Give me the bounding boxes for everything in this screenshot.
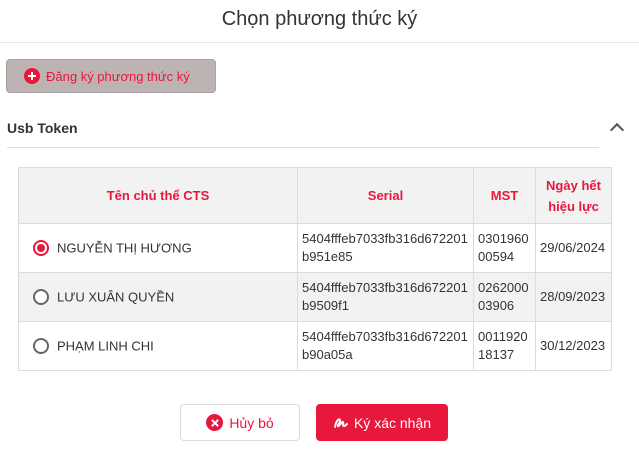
confirm-button-label: Ký xác nhận — [353, 414, 432, 431]
cell-mst: 030196000594 — [473, 223, 536, 273]
cell-name[interactable]: PHẠM LINH CHI — [18, 321, 298, 371]
owner-name: PHẠM LINH CHI — [57, 338, 154, 354]
chevron-up-icon[interactable] — [609, 122, 625, 138]
close-circle-icon — [206, 414, 224, 431]
cell-mst: 026200003906 — [473, 272, 536, 322]
column-header-mst: MST — [473, 167, 536, 224]
cell-mst: 001192018137 — [473, 321, 536, 371]
title-divider — [0, 42, 639, 43]
cell-serial: 5404fffeb7033fb316d672201b951e85 — [297, 223, 474, 273]
owner-name: LƯU XUÂN QUYỀN — [57, 289, 175, 305]
radio-button[interactable] — [33, 338, 49, 355]
cancel-button[interactable]: Hủy bỏ — [180, 404, 300, 441]
signature-icon — [333, 415, 349, 431]
cell-name[interactable]: NGUYỄN THỊ HƯƠNG — [18, 223, 298, 273]
column-header-expiry: Ngày hết hiệu lực — [535, 167, 612, 224]
column-header-serial: Serial — [297, 167, 474, 224]
register-button-label: Đăng ký phương thức ký — [46, 68, 190, 84]
cell-expiry: 29/06/2024 — [535, 223, 612, 273]
certificate-table: Tên chủ thể CTS Serial MST Ngày hết hiệu… — [18, 167, 612, 371]
confirm-sign-button[interactable]: Ký xác nhận — [316, 404, 448, 441]
plus-circle-icon — [24, 68, 40, 84]
register-signing-method-button[interactable]: Đăng ký phương thức ký — [6, 59, 216, 93]
owner-name: NGUYỄN THỊ HƯƠNG — [57, 240, 192, 256]
cancel-button-label: Hủy bỏ — [229, 414, 274, 431]
table-header-row: Tên chủ thể CTS Serial MST Ngày hết hiệu… — [18, 167, 612, 224]
section-divider — [7, 147, 599, 148]
cell-expiry: 28/09/2023 — [535, 272, 612, 322]
cell-serial: 5404fffeb7033fb316d672201b90a05a — [297, 321, 474, 371]
table-row[interactable]: PHẠM LINH CHI 5404fffeb7033fb316d672201b… — [18, 321, 612, 371]
cell-expiry: 30/12/2023 — [535, 321, 612, 371]
section-title: Usb Token — [7, 120, 78, 136]
cell-serial: 5404fffeb7033fb316d672201b9509f1 — [297, 272, 474, 322]
radio-button[interactable] — [33, 289, 49, 306]
table-row[interactable]: LƯU XUÂN QUYỀN 5404fffeb7033fb316d672201… — [18, 272, 612, 322]
table-row[interactable]: NGUYỄN THỊ HƯƠNG 5404fffeb7033fb316d6722… — [18, 223, 612, 273]
radio-button[interactable] — [33, 240, 49, 257]
cell-name[interactable]: LƯU XUÂN QUYỀN — [18, 272, 298, 322]
column-header-name: Tên chủ thể CTS — [18, 167, 298, 224]
dialog-title: Chọn phương thức ký — [221, 8, 418, 30]
